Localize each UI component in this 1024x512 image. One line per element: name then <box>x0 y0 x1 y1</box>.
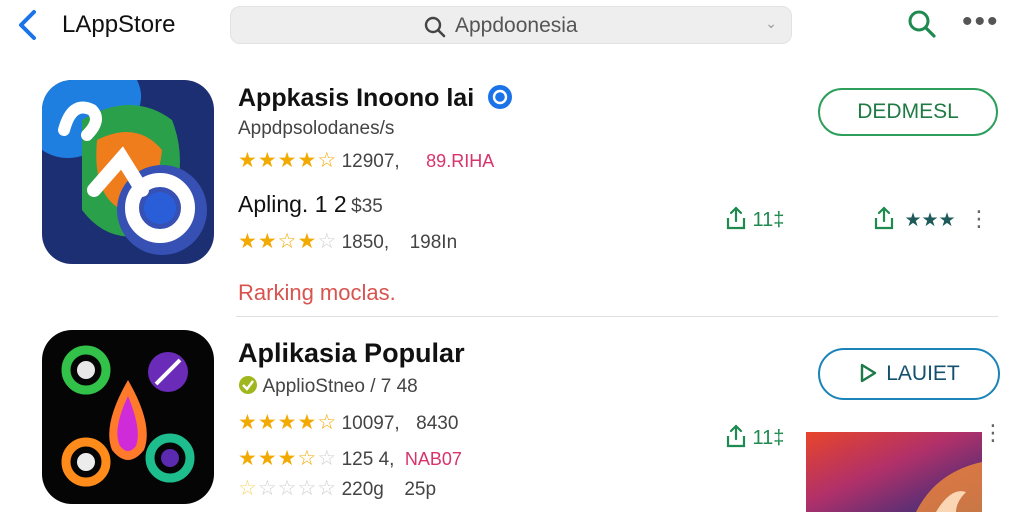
app-name[interactable]: Appkasis Inoono lai <box>238 84 474 112</box>
rating-row-secondary: ★★☆★☆ 1850, 198In <box>238 229 457 254</box>
star-rating: ★★★☆☆ <box>238 447 338 470</box>
developer-name[interactable]: ApplioStneo / 7 48 <box>262 376 417 397</box>
launch-button[interactable]: LAUIET <box>818 348 1000 400</box>
kebab-menu-icon[interactable]: ⋮ <box>982 420 1004 446</box>
tag-label: NAB07 <box>404 449 462 469</box>
rating-extra: 198In <box>409 232 458 253</box>
price-row: Apling. 1 2 $35 <box>238 191 383 218</box>
rating-count: 125 4, <box>341 449 395 470</box>
check-badge-icon <box>239 376 257 394</box>
search-button[interactable] <box>906 8 938 40</box>
rating-row: ★★★★☆ 10097, 8430 <box>238 410 458 435</box>
star-rating: ☆☆☆☆☆ <box>238 477 338 500</box>
tag-label: 89.RIHA <box>426 151 495 171</box>
app-name[interactable]: Aplikasia Popular <box>238 338 465 369</box>
price-small: $35 <box>351 196 383 217</box>
share-count: 11‡ <box>752 209 785 231</box>
app-1-header: Appkasis Inoono lai <box>238 84 513 113</box>
rating-count: 12907, <box>341 151 400 172</box>
share-rating-group[interactable]: ★★★ ⋮ <box>872 206 990 232</box>
rating-count: 1850, <box>341 232 390 253</box>
play-icon <box>861 363 877 383</box>
developer-row: ApplioStneo / 7 48 <box>238 375 418 398</box>
rating-count: 10097, <box>341 413 400 434</box>
share-button[interactable]: 11‡ <box>724 424 784 450</box>
share-button[interactable]: 11‡ <box>724 206 784 232</box>
star-rating: ★★★★☆ <box>238 411 338 434</box>
chevron-down-icon[interactable]: ⌄ <box>765 15 777 32</box>
search-icon <box>424 16 446 38</box>
rating-extra: 25p <box>404 479 437 500</box>
app-title: LAppStore <box>62 11 176 38</box>
mini-stars: ★★★ <box>904 210 956 231</box>
preview-thumbnail[interactable] <box>806 432 982 512</box>
search-input[interactable]: Appdoonesia <box>455 14 578 38</box>
app-icon[interactable] <box>42 330 214 504</box>
app-icon[interactable] <box>42 80 214 264</box>
developer-name[interactable]: Appdpsolodanes/s <box>238 118 394 140</box>
kebab-menu-icon[interactable]: ⋮ <box>968 206 990 231</box>
ranking-note[interactable]: Rarking moclas. <box>238 280 396 306</box>
rating-row-tertiary: ☆☆☆☆☆ 220g 25p <box>238 476 436 501</box>
rating-row: ★★★★☆ 12907, 89.RIHA <box>238 148 494 173</box>
share-icon <box>874 206 894 230</box>
star-rating: ★★☆★☆ <box>238 230 338 253</box>
rating-row-secondary: ★★★☆☆ 125 4, NAB07 <box>238 446 462 471</box>
star-rating: ★★★★☆ <box>238 149 338 172</box>
app-logo-icon <box>42 80 214 264</box>
rating-extra: 8430 <box>416 413 459 434</box>
search-icon <box>908 10 936 38</box>
rating-count: 220g <box>341 479 384 500</box>
share-icon <box>726 206 746 230</box>
back-button[interactable] <box>14 8 44 42</box>
search-bar[interactable]: Appdoonesia ⌄ <box>230 6 792 44</box>
app-logo-icon <box>42 330 214 504</box>
preview-image-icon <box>806 432 982 512</box>
verified-badge-icon <box>487 85 512 109</box>
share-count: 11‡ <box>752 427 785 449</box>
price-label: Apling. 1 2 <box>238 191 347 217</box>
launch-label: LAUIET <box>886 362 960 385</box>
install-button[interactable]: DEDMESL <box>818 88 998 136</box>
share-icon <box>726 424 746 448</box>
divider <box>236 316 998 317</box>
chevron-left-icon <box>19 10 36 40</box>
more-options-icon[interactable]: ••• <box>962 7 1000 37</box>
